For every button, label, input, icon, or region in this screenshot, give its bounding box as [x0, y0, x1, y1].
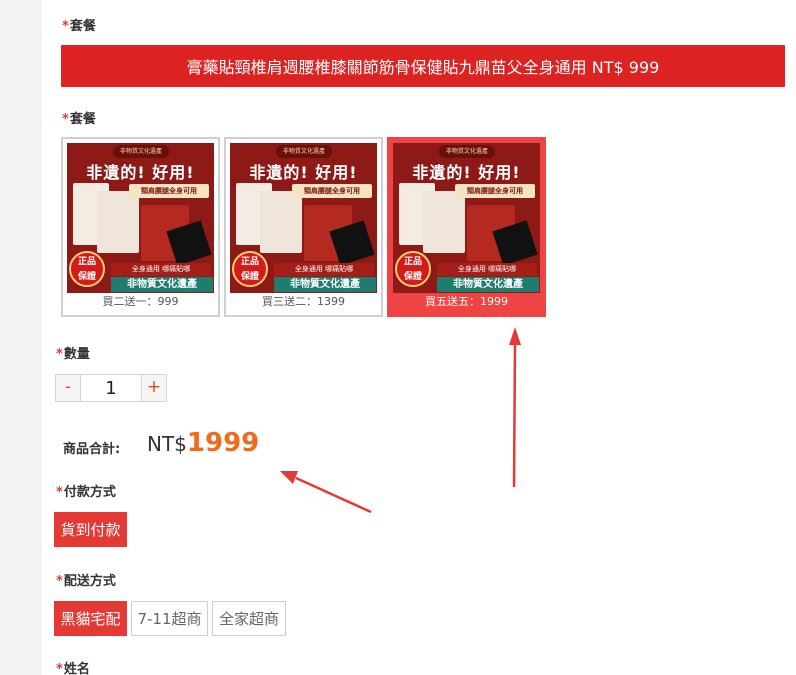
package-select-bar[interactable]: 膏藥貼頸椎肩週腰椎膝關節筋骨保健貼九鼎苗父全身通用 NT$ 999 [61, 45, 785, 87]
genuine-badge: 正品 保證 [69, 251, 105, 287]
product-pack-image [423, 191, 465, 253]
quantity-decrement-button[interactable]: - [56, 375, 81, 401]
required-star: * [62, 112, 69, 127]
shipping-label: *配送方式 [56, 574, 116, 589]
thumb-banner: 非物質文化遺產 [437, 277, 539, 292]
thumb-sub-label: 頸肩腰腿全身可用 [129, 184, 209, 198]
thumb-tag: 全身通用 哪痛貼哪 [274, 263, 374, 276]
shipping-option-seven-eleven[interactable]: 7-11超商 [131, 601, 208, 636]
package-option-caption: 買五送五：1999 [425, 295, 508, 308]
package-option-caption: 買三送二：1399 [262, 295, 345, 308]
product-thumbnail: 非物質文化遺產 非遺的! 好用! 頸肩腰腿全身可用 正品 保證 全身通用 哪痛貼… [67, 143, 214, 293]
thumb-headline: 非遺的! 好用! [86, 163, 195, 182]
package-options-label: *套餐 [62, 112, 96, 127]
required-star: * [62, 19, 69, 34]
required-star: * [56, 347, 63, 362]
quantity-label: *數量 [56, 347, 90, 362]
order-form-panel [42, 0, 796, 675]
thumb-top-label: 非物質文化遺產 [439, 145, 495, 158]
thumb-top-label: 非物質文化遺產 [276, 145, 332, 158]
package-option-1[interactable]: 非物質文化遺產 非遺的! 好用! 頸肩腰腿全身可用 正品 保證 全身通用 哪痛貼… [61, 137, 220, 317]
total-price: NT$1999 [147, 428, 259, 458]
thumb-banner: 非物質文化遺產 [274, 277, 376, 292]
quantity-input[interactable] [81, 375, 141, 401]
thumb-top-label: 非物質文化遺產 [113, 145, 169, 158]
shipping-option-family-mart[interactable]: 全家超商 [212, 601, 286, 636]
genuine-badge: 正品 保證 [232, 251, 268, 287]
required-star: * [56, 485, 63, 500]
thumb-tag: 全身通用 哪痛貼哪 [111, 263, 211, 276]
quantity-stepper: - + [55, 374, 167, 402]
package-label: *套餐 [62, 19, 96, 34]
required-star: * [56, 662, 63, 675]
payment-label: *付款方式 [56, 485, 116, 500]
thumb-banner: 非物質文化遺產 [111, 277, 213, 292]
payment-option-cod[interactable]: 貨到付款 [54, 512, 127, 547]
package-option-caption: 買二送一：999 [102, 295, 179, 308]
package-option-3[interactable]: 非物質文化遺產 非遺的! 好用! 頸肩腰腿全身可用 正品 保證 全身通用 哪痛貼… [387, 137, 546, 317]
genuine-badge: 正品 保證 [395, 251, 431, 287]
quantity-increment-button[interactable]: + [141, 375, 166, 401]
total-label: 商品合計: [63, 442, 121, 457]
thumb-headline: 非遺的! 好用! [412, 163, 521, 182]
product-thumbnail: 非物質文化遺產 非遺的! 好用! 頸肩腰腿全身可用 正品 保證 全身通用 哪痛貼… [393, 143, 540, 293]
product-pack-image [260, 191, 302, 253]
thumb-tag: 全身通用 哪痛貼哪 [437, 263, 537, 276]
name-label: *姓名 [56, 662, 90, 675]
total-currency: NT$ [147, 432, 187, 456]
total-amount: 1999 [186, 428, 260, 458]
required-star: * [56, 574, 63, 589]
package-option-2[interactable]: 非物質文化遺產 非遺的! 好用! 頸肩腰腿全身可用 正品 保證 全身通用 哪痛貼… [224, 137, 383, 317]
package-selected-name: 膏藥貼頸椎肩週腰椎膝關節筋骨保健貼九鼎苗父全身通用 NT$ 999 [186, 58, 660, 77]
product-thumbnail: 非物質文化遺產 非遺的! 好用! 頸肩腰腿全身可用 正品 保證 全身通用 哪痛貼… [230, 143, 377, 293]
thumb-sub-label: 頸肩腰腿全身可用 [455, 184, 535, 198]
thumb-headline: 非遺的! 好用! [249, 163, 358, 182]
shipping-option-black-cat[interactable]: 黑貓宅配 [54, 601, 127, 636]
product-pack-image [97, 191, 139, 253]
thumb-sub-label: 頸肩腰腿全身可用 [292, 184, 372, 198]
